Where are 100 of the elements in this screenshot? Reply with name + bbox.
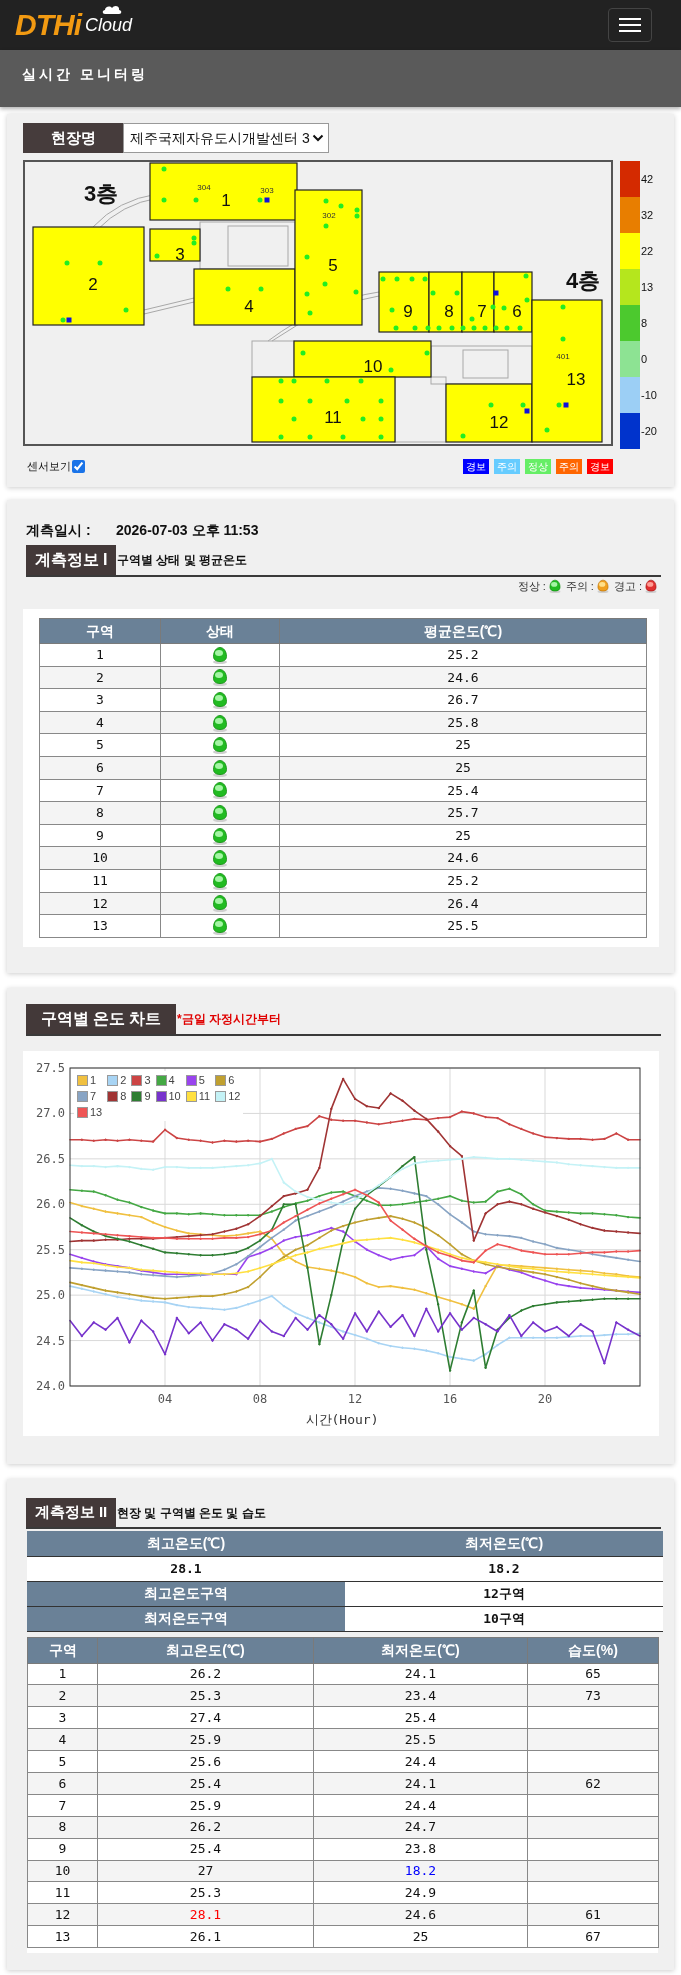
table-cell: 10 (27, 1860, 98, 1882)
zone-number: 9 (403, 302, 413, 321)
table-cell: 4 (39, 711, 161, 734)
legend-label: 주의 : (565, 580, 594, 592)
column-header: 최저온도(℃) (313, 1637, 528, 1663)
table-cell: 3 (27, 1706, 98, 1729)
site-select[interactable]: 제주국제자유도시개발센터 3 (123, 123, 329, 153)
zone-number: 13 (566, 370, 586, 389)
sensor-dot-icon (422, 276, 428, 282)
legend-label: 1 (90, 1074, 97, 1086)
sensor-dot-icon (517, 325, 523, 331)
column-header: 최고온도(℃) (27, 1531, 345, 1556)
sensor-dot-icon (324, 378, 330, 384)
sensor-dot-icon (520, 402, 526, 408)
sensor-dot-icon (323, 223, 329, 229)
table-cell: 24.4 (313, 1794, 528, 1817)
sensor-checkbox[interactable] (72, 460, 85, 473)
legend-label: 4 (168, 1074, 175, 1086)
sensor-dot-icon (123, 307, 129, 313)
row-header: 최저온도구역 (27, 1606, 345, 1631)
legend-label: 9 (144, 1090, 151, 1102)
table-cell: 25.8 (279, 711, 647, 734)
table-cell: 25.4 (97, 1838, 314, 1860)
table-cell: 7 (39, 779, 161, 802)
logo-text: DTHi (15, 9, 81, 41)
sensor-dot-icon (360, 416, 366, 422)
sensor-dot-icon (161, 166, 167, 172)
table-cell: 25 (279, 733, 647, 757)
table-cell: 9 (27, 1838, 98, 1860)
color-scale-label: -10 (641, 389, 657, 401)
site-name-label: 현장명 (23, 123, 123, 153)
menu-button[interactable] (608, 8, 652, 42)
zone-area (149, 228, 201, 262)
table-cell: 13 (27, 1925, 98, 1948)
sensor-dot-icon (412, 325, 418, 331)
legend-label: 7 (90, 1090, 97, 1102)
sensor-dot-icon (436, 325, 442, 331)
zone-number: 6 (512, 302, 522, 321)
table-cell: 25.2 (279, 643, 647, 667)
sensor-dot-icon (161, 197, 167, 203)
table-cell: 6 (27, 1772, 98, 1795)
sensor-dot-icon (154, 253, 160, 259)
table-cell: 28.1 (97, 1903, 314, 1926)
color-scale-label: 22 (641, 245, 654, 257)
table-cell: 5 (27, 1750, 98, 1773)
sensor-dot-icon (340, 434, 346, 440)
room-label: 304 (197, 183, 211, 192)
sensor-dot-icon (278, 378, 284, 384)
section-label: 구역별 온도 차트 (26, 1004, 176, 1034)
room-label: 302 (322, 211, 336, 220)
section-label: 계측정보 I (26, 545, 116, 575)
measured-at-value: 2026-07-03 오후 11:53 (116, 520, 259, 540)
sensor-dot-icon (304, 291, 310, 297)
table-cell: 28.1 (27, 1556, 345, 1581)
sensor-dot-icon (556, 402, 562, 408)
zone-area (461, 271, 495, 333)
color-scale-label: 42 (641, 173, 654, 185)
color-scale-label: -20 (641, 425, 657, 437)
sensor-dot-icon (64, 260, 70, 266)
x-tick-label: 16 (442, 1392, 458, 1406)
room-outline (227, 225, 289, 267)
y-tick-label: 27.0 (36, 1106, 65, 1121)
y-tick-label: 24.5 (36, 1333, 65, 1348)
sensor-dot-icon (504, 325, 510, 331)
room-outline (462, 349, 509, 379)
sensor-dot-icon (388, 367, 394, 373)
table-cell: 24.1 (313, 1772, 528, 1795)
table-cell: 12 (27, 1903, 98, 1926)
x-axis-title: 시간(Hour) (305, 1412, 379, 1427)
table-cell: 3 (39, 688, 161, 712)
column-header: 최고온도(℃) (97, 1637, 314, 1663)
table-cell: 26.1 (97, 1925, 314, 1948)
sensor-dot-icon (291, 416, 297, 422)
sensor-dot-icon (307, 434, 313, 440)
table-cell: 62 (527, 1772, 659, 1795)
sensor-dot-icon (304, 254, 310, 260)
sensor-dot-icon (430, 290, 436, 296)
section-title: 현장 및 구역별 온도 및 습도 (117, 1504, 266, 1522)
zone-number: 7 (477, 302, 487, 321)
row-header: 최고온도구역 (27, 1581, 345, 1606)
legend-label: 6 (228, 1074, 235, 1086)
sensor-dot-icon (258, 286, 264, 292)
alarm-level-badge: 경보 (587, 459, 613, 474)
sensor-dot-icon (393, 325, 399, 331)
legend-label: 11 (198, 1090, 211, 1102)
table-cell: 25.4 (97, 1772, 314, 1795)
room-label: 303 (260, 186, 274, 195)
sensor-dot-icon (389, 307, 395, 313)
legend-label: 2 (120, 1074, 127, 1086)
sensor-dot-icon (460, 325, 466, 331)
floor-label: 4층 (565, 268, 601, 293)
table-cell: 26.7 (279, 688, 647, 712)
sensor-dot-icon (471, 325, 477, 331)
table-cell: 2 (27, 1684, 98, 1707)
table-cell: 26.2 (97, 1816, 314, 1839)
sensor-dot-icon (97, 260, 103, 266)
zone-number: 8 (444, 302, 454, 321)
table-cell: 12구역 (345, 1581, 663, 1606)
zone-number: 1 (221, 191, 231, 210)
table-cell: 26.2 (97, 1663, 314, 1685)
